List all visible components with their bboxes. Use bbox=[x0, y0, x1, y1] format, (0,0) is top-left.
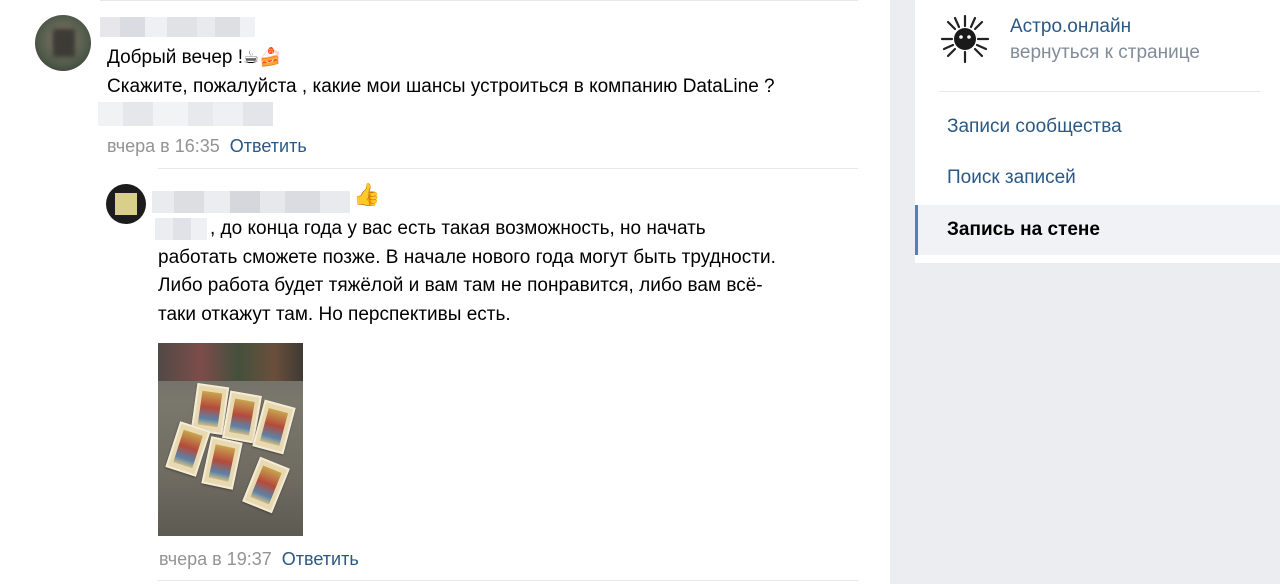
community-name[interactable]: Астро.онлайн bbox=[1010, 16, 1131, 38]
reply-button[interactable]: Ответить bbox=[282, 549, 359, 569]
divider bbox=[100, 0, 858, 1]
sun-logo-icon[interactable] bbox=[940, 14, 990, 64]
divider bbox=[158, 168, 858, 169]
comment-text: Скажите, пожалуйста , какие мои шансы ус… bbox=[107, 76, 775, 97]
comment-meta: вчера в 19:37 Ответить bbox=[159, 549, 359, 570]
comment-time: вчера в 16:35 bbox=[107, 136, 220, 156]
nav-community-posts[interactable]: Записи сообщества bbox=[915, 102, 1280, 152]
reply-text-line-2: работать сможете позже. В начале нового … bbox=[158, 247, 776, 268]
author-name-blurred[interactable] bbox=[100, 17, 255, 37]
reply-text-line-4: таки откажут там. Но перспективы есть. bbox=[158, 304, 511, 325]
reply-button[interactable]: Ответить bbox=[230, 136, 307, 156]
divider bbox=[158, 580, 858, 581]
comment-time: вчера в 19:37 bbox=[159, 549, 272, 569]
reply-text-line-1: , до конца года у вас есть такая возможн… bbox=[210, 218, 706, 239]
comment-meta: вчера в 16:35 Ответить bbox=[107, 136, 307, 157]
back-to-page-link[interactable]: вернуться к странице bbox=[1010, 42, 1200, 64]
redacted-name bbox=[155, 218, 207, 240]
nav-wall-post[interactable]: Запись на стене bbox=[915, 205, 1280, 255]
avatar[interactable] bbox=[35, 15, 91, 71]
redacted-line bbox=[98, 102, 273, 126]
comment-greeting: Добрый вечер !☕🍰 bbox=[107, 47, 282, 68]
thumbs-up-icon: 👍 bbox=[353, 183, 381, 208]
reply-text-line-3: Либо работа будет тяжёлой и вам там не п… bbox=[158, 275, 763, 296]
author-name-blurred[interactable] bbox=[152, 191, 350, 213]
coffee-cake-emoji: ☕🍰 bbox=[243, 47, 282, 68]
avatar[interactable] bbox=[106, 184, 146, 224]
nav-search-posts[interactable]: Поиск записей bbox=[915, 153, 1280, 203]
tarot-cards-photo[interactable] bbox=[158, 343, 303, 536]
divider bbox=[939, 91, 1260, 92]
